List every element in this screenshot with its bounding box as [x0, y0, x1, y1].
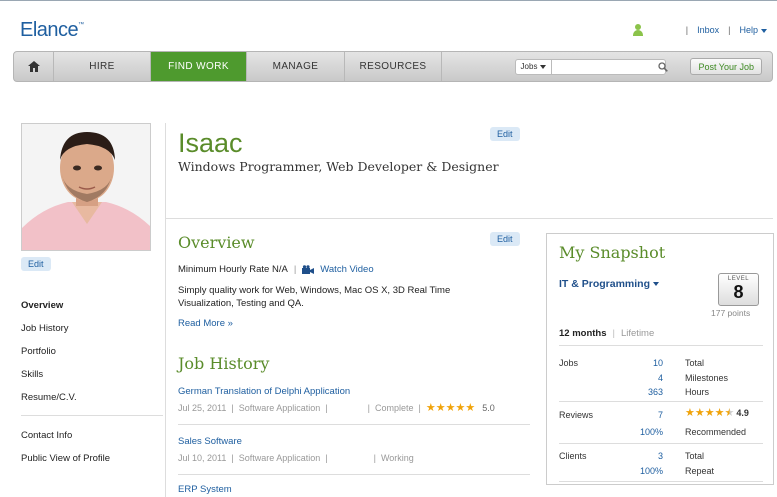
- star-icon: ★: [704, 407, 715, 419]
- star-icon: ★: [455, 402, 466, 414]
- help-link[interactable]: Help: [739, 25, 767, 35]
- job-meta: Jul 25, 2011 | Software Application | | Co…: [178, 402, 495, 414]
- profile-headline: Windows Programmer, Web Developer & Desi…: [178, 159, 499, 174]
- snapshot-divider: [559, 401, 763, 402]
- top-border: [0, 0, 777, 1]
- snapshot-title: My Snapshot: [559, 243, 666, 262]
- sidenav-divider: [21, 415, 163, 416]
- period-lifetime[interactable]: Lifetime: [621, 328, 654, 339]
- rating-stars: ★ ★ ★ ★ ★: [425, 402, 476, 414]
- star-icon: ★: [694, 407, 705, 419]
- chevron-down-icon: [653, 282, 660, 286]
- level-points: 177 points: [711, 308, 751, 318]
- star-half-icon: ★: [724, 407, 735, 419]
- job-rating: 5.0: [482, 403, 495, 413]
- job-item: German Translation of Delphi Application…: [178, 386, 530, 414]
- home-button[interactable]: [14, 52, 54, 81]
- chevron-down-icon: [761, 28, 767, 33]
- nav-find-work[interactable]: FIND WORK: [151, 52, 247, 81]
- profile-sidenav: Overview Job History Portfolio Skills Re…: [21, 294, 163, 470]
- elance-logo[interactable]: Elance™: [20, 19, 84, 42]
- job-title-link[interactable]: German Translation of Delphi Application: [178, 386, 530, 397]
- nav-search-area: Jobs Post Your Job: [514, 52, 772, 81]
- header-divider: [166, 218, 773, 219]
- job-history-title: Job History: [178, 354, 270, 373]
- sidenav-skills[interactable]: Skills: [21, 363, 163, 386]
- overview-text: Simply quality work for Web, Windows, Ma…: [178, 285, 451, 309]
- top-links: | Inbox | Help: [632, 24, 767, 36]
- nav-resources[interactable]: RESOURCES: [345, 52, 442, 81]
- sidenav-portfolio[interactable]: Portfolio: [21, 340, 163, 363]
- job-item: Sales Software Jul 10, 2011 | Software Ap…: [178, 436, 530, 463]
- search-icon: [658, 61, 669, 72]
- sidenav-public-view[interactable]: Public View of Profile: [21, 447, 163, 470]
- period-toggle: 12 months | Lifetime: [559, 328, 655, 339]
- main-nav: HIRE FIND WORK MANAGE RESOURCES Jobs Pos…: [13, 51, 773, 82]
- snapshot-divider: [559, 345, 763, 346]
- hourly-rate-text: Minimum Hourly Rate N/A: [178, 264, 288, 275]
- star-icon: ★: [435, 402, 446, 414]
- overview-title: Overview: [178, 233, 255, 252]
- star-icon: ★: [714, 407, 725, 419]
- snapshot-divider: [559, 443, 763, 444]
- column-divider: [165, 123, 166, 497]
- home-icon: [27, 61, 40, 72]
- inbox-link[interactable]: Inbox: [697, 25, 719, 35]
- job-title-link[interactable]: ERP System: [178, 484, 530, 495]
- sidenav-overview[interactable]: Overview: [21, 294, 163, 317]
- level-badge: LEVEL 8: [718, 273, 759, 306]
- snapshot-panel: My Snapshot IT & Programming LEVEL 8 177…: [546, 233, 774, 485]
- search-input[interactable]: [552, 58, 667, 75]
- profile-name: Isaac: [178, 128, 243, 158]
- job-divider: [178, 424, 530, 425]
- nav-hire[interactable]: HIRE: [54, 52, 151, 81]
- chevron-down-icon: [540, 64, 547, 69]
- period-12-months[interactable]: 12 months: [559, 328, 607, 339]
- name-edit-button[interactable]: Edit: [490, 127, 520, 141]
- star-icon: ★: [445, 402, 456, 414]
- star-icon: ★: [425, 402, 436, 414]
- category-select[interactable]: IT & Programming: [559, 278, 660, 290]
- video-camera-icon: [302, 264, 315, 274]
- job-title-link[interactable]: Sales Software: [178, 436, 530, 447]
- nav-manage[interactable]: MANAGE: [247, 52, 345, 81]
- profile-photo: [21, 123, 151, 251]
- job-item: ERP System: [178, 484, 530, 495]
- user-icon[interactable]: [632, 24, 643, 36]
- snapshot-divider: [559, 481, 763, 482]
- post-job-button[interactable]: Post Your Job: [690, 58, 762, 75]
- job-meta: Jul 10, 2011 | Software Application | | Wo…: [178, 453, 414, 463]
- job-divider: [178, 474, 530, 475]
- hourly-rate: Minimum Hourly Rate N/A | Watch Video: [178, 264, 374, 275]
- star-icon: ★: [685, 407, 695, 419]
- overview-edit-button[interactable]: Edit: [490, 232, 520, 246]
- read-more-link[interactable]: Read More »: [178, 318, 233, 329]
- sidenav-contact-info[interactable]: Contact Info: [21, 424, 163, 447]
- star-icon: ★: [465, 402, 476, 414]
- sidenav-resume[interactable]: Resume/C.V.: [21, 386, 163, 409]
- sidenav-job-history[interactable]: Job History: [21, 317, 163, 340]
- photo-edit-button[interactable]: Edit: [21, 257, 51, 271]
- watch-video-link[interactable]: Watch Video: [302, 264, 374, 275]
- search-scope-select[interactable]: Jobs: [514, 58, 553, 75]
